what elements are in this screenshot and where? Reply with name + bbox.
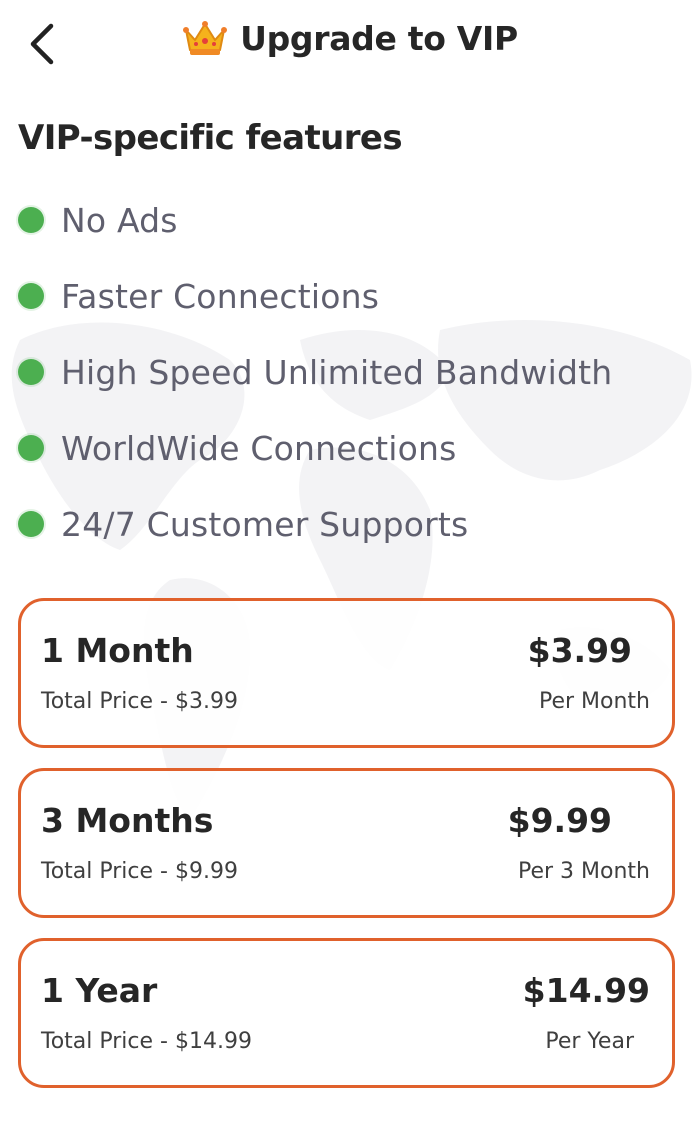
crown-icon xyxy=(183,21,228,55)
plan-price: $9.99 xyxy=(507,801,612,840)
bullet-dot-icon xyxy=(18,283,44,309)
feature-label: High Speed Unlimited Bandwidth xyxy=(61,352,613,392)
page-title: Upgrade to VIP xyxy=(240,18,518,58)
feature-label: No Ads xyxy=(61,200,178,240)
feature-label: Faster Connections xyxy=(61,276,380,316)
bullet-dot-icon xyxy=(18,207,44,233)
plan-card-3-months[interactable]: 3 Months $9.99 Total Price - $9.99 Per 3… xyxy=(18,768,675,918)
feature-item: Faster Connections xyxy=(18,258,612,334)
plan-name: 1 Year xyxy=(41,971,158,1010)
plan-price: $14.99 xyxy=(522,971,650,1010)
plan-card-1-month[interactable]: 1 Month $3.99 Total Price - $3.99 Per Mo… xyxy=(18,598,675,748)
feature-item: No Ads xyxy=(18,182,612,258)
features-heading: VIP-specific features xyxy=(18,118,403,158)
bullet-dot-icon xyxy=(18,511,44,537)
plan-total-price: Total Price - $9.99 xyxy=(41,859,238,884)
feature-label: 24/7 Customer Supports xyxy=(61,504,469,544)
plan-card-1-year[interactable]: 1 Year $14.99 Total Price - $14.99 Per Y… xyxy=(18,938,675,1088)
plan-period: Per Month xyxy=(538,689,650,714)
title-group: Upgrade to VIP xyxy=(0,18,700,58)
plan-total-price: Total Price - $3.99 xyxy=(41,689,238,714)
feature-label: WorldWide Connections xyxy=(61,428,457,468)
plan-period: Per Year xyxy=(545,1029,634,1054)
plan-list: 1 Month $3.99 Total Price - $3.99 Per Mo… xyxy=(18,598,675,1108)
bullet-dot-icon xyxy=(18,435,44,461)
feature-list: No Ads Faster Connections High Speed Unl… xyxy=(18,182,612,562)
feature-item: High Speed Unlimited Bandwidth xyxy=(18,334,612,410)
plan-price: $3.99 xyxy=(527,631,632,670)
plan-total-price: Total Price - $14.99 xyxy=(41,1029,252,1054)
header-bar: Upgrade to VIP xyxy=(0,0,700,90)
plan-name: 1 Month xyxy=(41,631,194,670)
feature-item: WorldWide Connections xyxy=(18,410,612,486)
plan-period: Per 3 Month xyxy=(518,859,650,884)
plan-name: 3 Months xyxy=(41,801,214,840)
bullet-dot-icon xyxy=(18,359,44,385)
feature-item: 24/7 Customer Supports xyxy=(18,486,612,562)
